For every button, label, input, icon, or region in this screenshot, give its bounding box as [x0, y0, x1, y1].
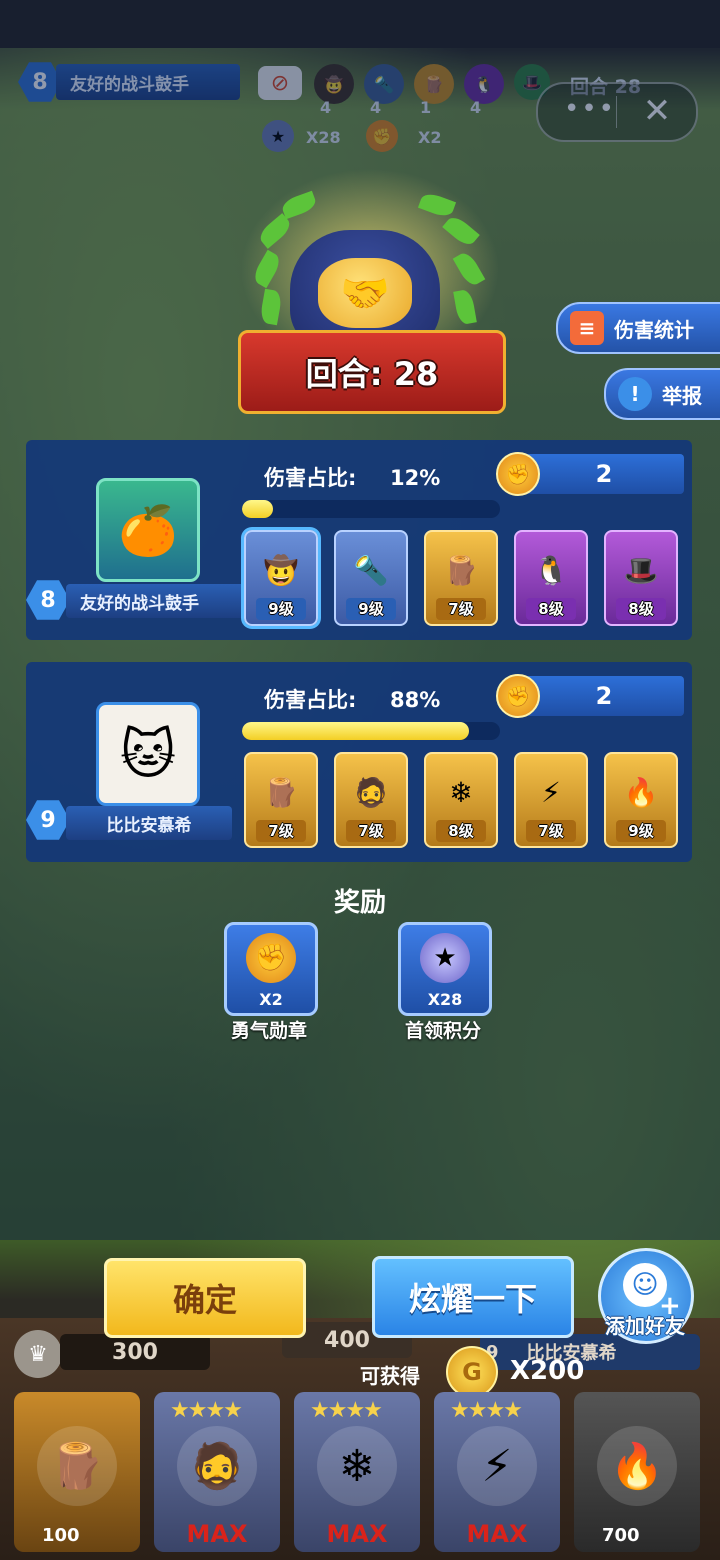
- gold-coin-icon: G: [446, 1346, 498, 1398]
- damage-share-label-2: 伤害占比:: [264, 688, 357, 712]
- hero-portrait-icon: 🔥: [597, 1426, 677, 1506]
- hero-portrait-icon: 🧔: [353, 775, 389, 809]
- hero-card[interactable]: 🧔 7级: [334, 752, 408, 848]
- hero-card[interactable]: ❄ 8级: [424, 752, 498, 848]
- player-name-bar-1: 友好的战斗鼓手: [66, 584, 246, 618]
- coins-left: 300: [60, 1334, 210, 1370]
- hero-card-level: 9级: [346, 598, 396, 620]
- hero-card-level: 7级: [256, 820, 306, 842]
- star-rating-icon: ★★★★: [310, 1398, 383, 1423]
- medal-icon: ✊: [496, 452, 540, 496]
- hero-card[interactable]: 🎩 8级: [604, 530, 678, 626]
- hero-portrait-icon: 🔦: [353, 553, 389, 587]
- reward-boss-label: 首领积分: [404, 1020, 481, 1042]
- reward-boss-points[interactable]: ★ X28: [398, 922, 492, 1016]
- max-level-label: MAX: [326, 1520, 388, 1548]
- hero-portrait-icon: 🧔: [177, 1426, 257, 1506]
- reward-medal-label: 勇气勋章: [230, 1020, 307, 1042]
- confirm-button[interactable]: 确定: [104, 1258, 306, 1338]
- hero-portrait-icon: 🔥: [623, 775, 659, 809]
- max-level-label: MAX: [466, 1520, 528, 1548]
- damage-share-value-2: 88%: [390, 688, 441, 712]
- reward-medal-count: X2: [259, 990, 283, 1009]
- hero-card-level: 8级: [616, 598, 666, 620]
- damage-stats-label: 伤害统计: [614, 317, 694, 342]
- hero-portrait-icon: 🤠: [263, 553, 299, 587]
- hero-portrait-icon: 🎩: [623, 553, 659, 587]
- star-rating-icon: ★★★★: [170, 1398, 243, 1423]
- max-level-label: MAX: [186, 1520, 248, 1548]
- player-name-2: 比比安慕希: [106, 815, 192, 836]
- hero-card-level: 9级: [616, 820, 666, 842]
- player-name-bar-2: 比比安慕希: [66, 806, 232, 840]
- obtainable-label: 可获得: [360, 1364, 420, 1388]
- stats-list-icon: ≡: [570, 311, 604, 345]
- player-level-text-1: 8: [40, 587, 56, 613]
- courage-medal-icon: ✊: [246, 933, 296, 983]
- round-text: 回合: 28: [305, 355, 439, 393]
- show-off-button[interactable]: 炫耀一下: [372, 1256, 574, 1338]
- round-ribbon: 回合: 28: [238, 330, 506, 414]
- player-level-text-2: 9: [40, 807, 56, 833]
- obtainable-amount: X200: [510, 1356, 585, 1386]
- hero-card[interactable]: 🪵 7级: [244, 752, 318, 848]
- star-rating-icon: ★★★★: [450, 1398, 523, 1423]
- rewards-title: 奖励: [333, 888, 386, 918]
- hero-card[interactable]: 🐧 8级: [514, 530, 588, 626]
- hero-shop-slot[interactable]: 🔥 700: [574, 1392, 700, 1552]
- shield-icon: !: [618, 377, 652, 411]
- damage-share-fill-2: [242, 722, 470, 740]
- damage-share-value-1: 12%: [390, 466, 441, 490]
- reward-boss-count: X28: [427, 990, 463, 1009]
- handshake-icon: 🤝: [318, 258, 412, 328]
- hero-shop-slot[interactable]: 🧔 ★★★★ MAX: [154, 1392, 280, 1552]
- report-label: 举报: [662, 383, 702, 408]
- hero-card[interactable]: ⚡ 7级: [514, 752, 588, 848]
- hero-portrait-icon: ❄: [317, 1426, 397, 1506]
- hero-card[interactable]: 🪵 7级: [424, 530, 498, 626]
- hero-card-level: 8级: [436, 820, 486, 842]
- player-avatar-1[interactable]: 🍊: [96, 478, 200, 582]
- medal-count-box-1: 2: [524, 454, 684, 494]
- damage-share-label-1: 伤害占比:: [264, 466, 357, 490]
- damage-stats-button[interactable]: ≡ 伤害统计: [556, 302, 720, 354]
- hero-portrait-icon: 🪵: [37, 1426, 117, 1506]
- hero-cost: 700: [602, 1525, 640, 1546]
- hero-portrait-icon: ⚡: [541, 775, 561, 809]
- hero-portrait-icon: 🪵: [443, 553, 479, 587]
- hero-cost: 100: [42, 1525, 80, 1546]
- hero-card[interactable]: 🔥 9级: [604, 752, 678, 848]
- boss-star-icon: ★: [420, 933, 470, 983]
- hero-portrait-icon: ⚡: [457, 1426, 537, 1506]
- hero-card-level: 7级: [436, 598, 486, 620]
- damage-share-fill-1: [242, 500, 273, 518]
- hero-shop-slot[interactable]: 🪵 100: [14, 1392, 140, 1552]
- medal-count-box-2: 2: [524, 676, 684, 716]
- hero-card[interactable]: 🤠 9级: [244, 530, 318, 626]
- player-avatar-2[interactable]: 🐱: [96, 702, 200, 806]
- hero-card-level: 7级: [526, 820, 576, 842]
- hero-card-level: 8级: [526, 598, 576, 620]
- damage-share-bar-2: [242, 722, 500, 740]
- hero-shop-slot[interactable]: ⚡ ★★★★ MAX: [434, 1392, 560, 1552]
- hero-shop-slot[interactable]: ❄ ★★★★ MAX: [294, 1392, 420, 1552]
- hero-card-level: 9级: [256, 598, 306, 620]
- hero-portrait-icon: 🐧: [533, 553, 569, 587]
- hero-card-level: 7级: [346, 820, 396, 842]
- add-friend-label: 添加好友: [605, 1314, 685, 1338]
- hero-portrait-icon: 🪵: [263, 775, 299, 809]
- player-name-1: 友好的战斗鼓手: [80, 593, 199, 614]
- medal-icon: ✊: [496, 674, 540, 718]
- reward-medal[interactable]: ✊ X2: [224, 922, 318, 1016]
- report-button[interactable]: ! 举报: [604, 368, 720, 420]
- silver-coin-icon: ♛: [14, 1330, 62, 1378]
- damage-share-bar-1: [242, 500, 500, 518]
- hero-card[interactable]: 🔦 9级: [334, 530, 408, 626]
- hero-portrait-icon: ❄: [449, 775, 473, 809]
